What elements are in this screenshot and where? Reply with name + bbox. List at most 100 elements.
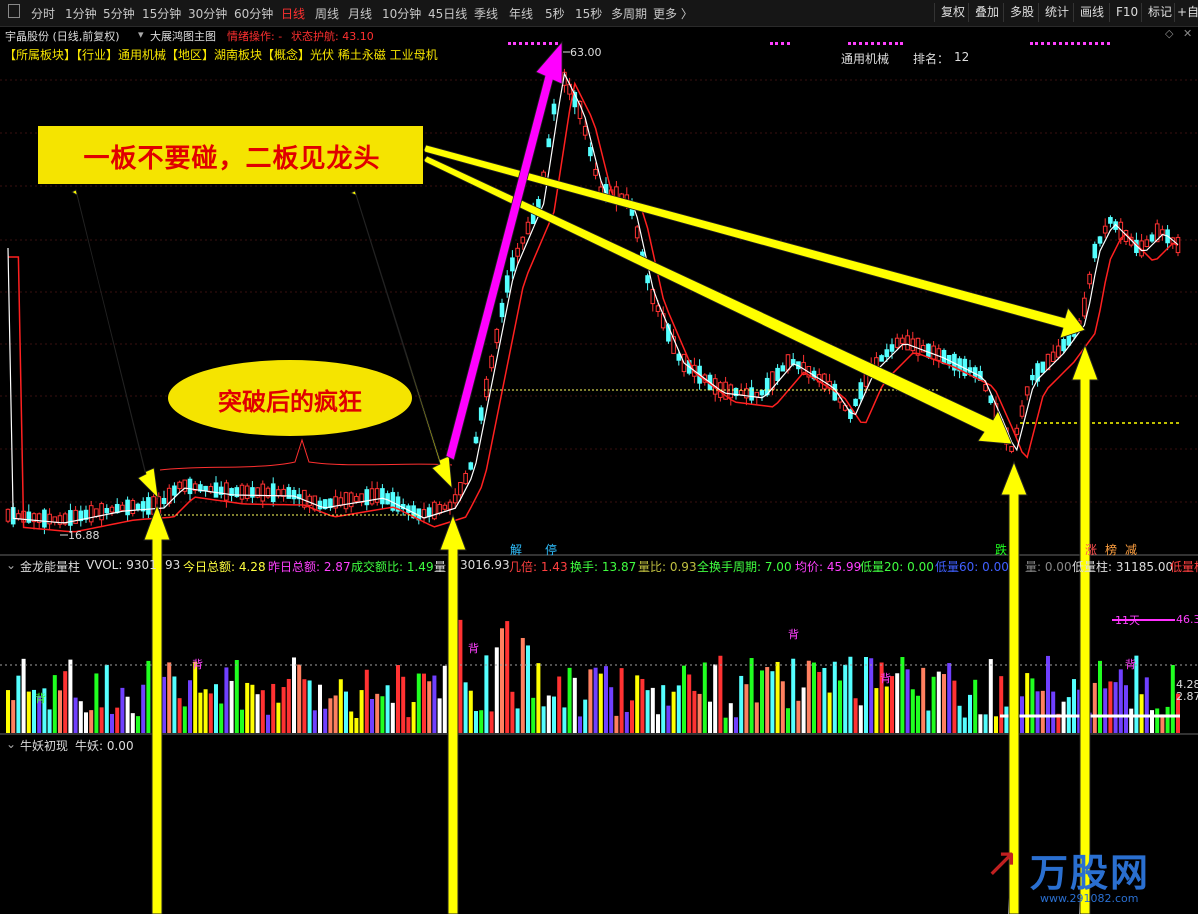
volume-panel-name[interactable]: 金龙能量柱 [20, 558, 80, 575]
volume-bar [822, 667, 827, 733]
candle-body [348, 492, 354, 508]
bei-marker: 背 [192, 658, 203, 671]
candle-body [473, 436, 479, 444]
high-price-label: 63.00 [570, 46, 602, 59]
candle-body [515, 247, 520, 257]
arrow-group [71, 144, 1099, 914]
volume-bar [578, 716, 582, 733]
candle-body [291, 489, 297, 500]
volume-bar [864, 656, 868, 733]
volume-bar [931, 676, 936, 733]
volume-bar [697, 693, 702, 733]
volume-bar [1072, 679, 1076, 733]
volume-bar [245, 682, 250, 733]
candle-body [52, 516, 58, 523]
candle-body [177, 481, 182, 490]
candle-body [161, 497, 167, 505]
bei-marker: 背 [35, 692, 46, 705]
avg-price: 均价: 45.99 [795, 560, 862, 574]
candle-body [1144, 239, 1150, 248]
candle-body [884, 349, 890, 358]
volume-bar [687, 674, 692, 733]
panel-toggle-icon[interactable]: ⌄ [6, 558, 16, 572]
volume-bar [780, 681, 785, 733]
volume-bar [843, 664, 848, 733]
volume-bar [26, 691, 31, 733]
candle-body [135, 503, 141, 510]
volume-bar [297, 664, 302, 733]
candle-body [203, 485, 208, 492]
volume-bar [47, 709, 52, 733]
vvol: VVOL: 9301 [86, 558, 157, 572]
volume-bar [1108, 681, 1113, 733]
volume-bar [271, 683, 276, 733]
volume-bar [208, 693, 213, 733]
candle-body [312, 495, 318, 511]
watermark-icon: ↗ [985, 840, 1019, 886]
volume-bar [853, 698, 858, 733]
candle-body [775, 367, 780, 382]
candle-body [1019, 405, 1025, 417]
volume-bar [541, 706, 546, 733]
low-tail: 低量柱 [1170, 560, 1198, 574]
volume-bar [1098, 660, 1102, 733]
volume-bar [812, 662, 816, 733]
vol-ratio: 量比: 0.93 [638, 560, 697, 574]
volume-bar [427, 681, 432, 733]
volume-bar [6, 690, 10, 733]
volume-bar [1046, 655, 1050, 733]
candle-body [1050, 351, 1056, 362]
up-arrow-4 [1071, 343, 1099, 914]
candle-body [1040, 361, 1046, 373]
volume-bar [1040, 690, 1045, 733]
volume-bar [656, 714, 660, 733]
volume-bar [338, 679, 343, 733]
volume-bar [978, 714, 983, 733]
right-value-3: 2.87 [1176, 690, 1198, 703]
volume-bar [531, 697, 536, 733]
volume-bar [130, 713, 135, 733]
marker-bang: 榜 [1105, 543, 1118, 557]
volume-bar [333, 695, 338, 733]
candle-body [447, 501, 453, 510]
volume-bar [422, 673, 426, 733]
volume-bar [557, 676, 562, 733]
volume-bar [286, 678, 291, 733]
volume-bar [458, 619, 463, 733]
volume-bar [1030, 678, 1035, 733]
volume-bar [817, 671, 822, 733]
candle-body [910, 338, 916, 352]
watermark-url: www.291082.com [1040, 892, 1139, 905]
candle-body [728, 384, 734, 399]
bull-panel-name[interactable]: 牛妖初现 [20, 737, 68, 754]
volume-bar [260, 690, 265, 733]
volume-bar [11, 700, 16, 733]
days-label: 11天 [1115, 614, 1140, 627]
volume-bar [962, 717, 967, 733]
yesterday-amount: 昨日总额: 2.87 [268, 560, 351, 574]
volume-bar [624, 711, 629, 733]
volume-bar [775, 661, 780, 733]
volume-bar [234, 660, 239, 733]
marker-jie: 解 [510, 543, 523, 557]
volume-bar [224, 667, 229, 733]
volume-bar [832, 661, 837, 733]
volume-bar [479, 710, 484, 733]
volume-bar [905, 669, 910, 733]
panel-toggle-icon[interactable]: ⌄ [6, 737, 16, 751]
candle-body [1160, 229, 1165, 235]
full-turnover: 全换手周期: 7.00 [697, 560, 792, 574]
candle-body [187, 478, 193, 495]
candle-body [536, 199, 541, 209]
candle-body [1056, 345, 1061, 358]
volume-bar [994, 716, 998, 733]
candle-body [889, 344, 895, 352]
candle-body [125, 499, 130, 516]
volume-bar [1150, 710, 1154, 733]
candle-body [374, 488, 380, 503]
candle-body [645, 275, 650, 284]
volume-bar [505, 621, 510, 733]
volume-bar [1092, 682, 1097, 733]
candle-body [47, 513, 52, 525]
candle-body [551, 103, 557, 115]
